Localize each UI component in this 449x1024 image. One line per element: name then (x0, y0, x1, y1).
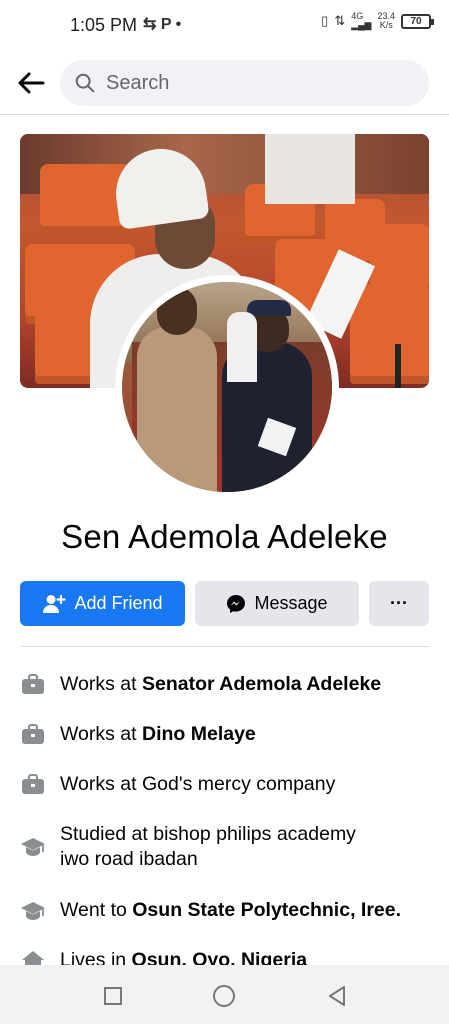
recent-apps-button[interactable] (98, 981, 128, 1011)
intro-employer-link[interactable]: Dino Melaye (142, 723, 256, 745)
status-right-icons: ▯ ⇅ 4G ▂▄▆ 23.4 K/s 70 (321, 11, 434, 30)
profile-actions: Add Friend Message ··· (20, 581, 429, 627)
net-speed-unit: K/s (379, 20, 393, 30)
intro-item-college: Went to Osun State Polytechnic, Iree. (20, 898, 429, 924)
net-speed: 23.4 K/s (377, 12, 395, 30)
intro-school-link[interactable]: Osun State Polytechnic, Iree. (132, 899, 401, 921)
message-label: Message (254, 593, 328, 613)
intro-text: Went to Osun State Polytechnic, Iree. (60, 898, 401, 923)
status-time: 1:05 PM (70, 15, 138, 35)
intro-prefix: Went to (60, 899, 133, 921)
add-friend-icon (43, 594, 67, 613)
briefcase-icon (22, 724, 44, 744)
search-icon (75, 73, 95, 93)
circle-icon (213, 985, 235, 1007)
more-dots-icon: ··· (390, 593, 408, 613)
back-nav-button[interactable] (322, 981, 352, 1011)
system-nav-bar (0, 965, 449, 1024)
intro-text: Works at Dino Melaye (60, 722, 256, 747)
intro-item-work-1: Works at Senator Ademola Adeleke (20, 672, 429, 698)
intro-employer-link[interactable]: Senator Ademola Adeleke (142, 673, 381, 695)
search-bar[interactable] (60, 60, 429, 106)
more-options-button[interactable]: ··· (369, 581, 429, 626)
square-icon (104, 987, 122, 1005)
intro-text: Works at Senator Ademola Adeleke (60, 672, 381, 697)
search-header (0, 58, 449, 108)
intro-item-work-3: Works at God's mercy company (20, 772, 429, 798)
back-button[interactable] (14, 66, 48, 100)
data-arrows-icon: ⇅ (334, 13, 346, 28)
intro-prefix: Works at (60, 723, 142, 745)
add-friend-label: Add Friend (74, 593, 163, 613)
intro-prefix: Works at God's mercy company (60, 773, 336, 795)
status-bar: 1:05 PM ⇆ P • ▯ ⇅ 4G ▂▄▆ 23.4 K/s 70 (0, 0, 449, 50)
battery-icon: 70 (401, 13, 434, 29)
graduation-cap-icon (21, 902, 45, 920)
briefcase-icon (22, 774, 44, 794)
home-button[interactable] (209, 981, 239, 1011)
section-divider (20, 646, 429, 647)
vibrate-icon: ▯ (321, 13, 329, 28)
briefcase-icon (22, 674, 44, 694)
graduation-cap-icon (21, 838, 45, 856)
network-type: 4G (351, 11, 364, 21)
messenger-icon (227, 594, 246, 613)
intro-text: Works at God's mercy company (60, 772, 335, 797)
arrow-left-icon (18, 72, 45, 94)
add-friend-button[interactable]: Add Friend (20, 581, 185, 626)
header-divider (0, 114, 449, 115)
intro-item-study: Studied at bishop philips academy iwo ro… (20, 822, 429, 872)
intro-prefix: Works at (60, 673, 142, 695)
triangle-back-icon (329, 986, 345, 1006)
search-input[interactable] (106, 71, 396, 95)
message-button[interactable]: Message (195, 581, 359, 626)
profile-name: Sen Ademola Adeleke (61, 518, 388, 555)
notification-icons: ⇆ P • (143, 16, 182, 33)
signal-icon: 4G ▂▄▆ (351, 11, 372, 30)
profile-photo[interactable] (122, 282, 332, 492)
intro-text: Studied at bishop philips academy iwo ro… (60, 823, 356, 870)
intro-item-work-2: Works at Dino Melaye (20, 722, 429, 748)
